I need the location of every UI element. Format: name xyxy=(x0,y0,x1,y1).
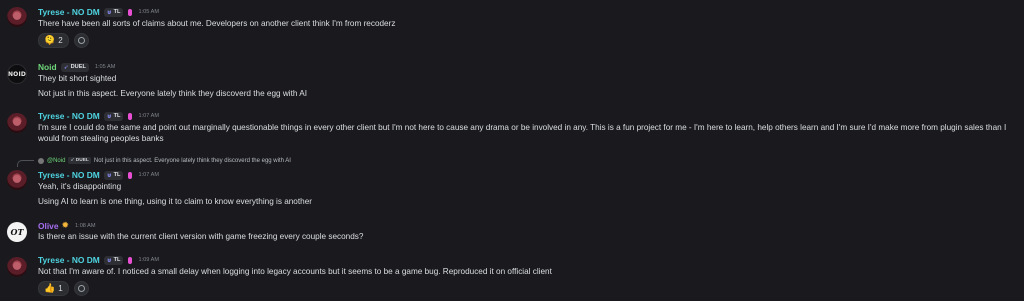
message-text: Using AI to learn is one thing, using it… xyxy=(38,197,312,206)
author-name[interactable]: Tyrese - NO DM xyxy=(38,170,100,180)
timestamp: 1:07 AM xyxy=(138,172,159,178)
role-icon xyxy=(128,171,133,179)
tag-icon: ➶ xyxy=(63,64,69,71)
server-tag-label: TL xyxy=(113,9,121,15)
author-name[interactable]: Tyrese - NO DM xyxy=(38,255,100,265)
tag-icon: ⊍ xyxy=(106,172,112,179)
add-reaction-button[interactable] xyxy=(73,33,89,48)
avatar[interactable] xyxy=(7,7,27,27)
sun-icon: ✹ xyxy=(61,220,70,230)
smiley-icon xyxy=(77,285,85,292)
emoji-icon: 🫠 xyxy=(44,35,56,45)
reaction-count: 1 xyxy=(58,284,63,293)
server-tag[interactable]: ➶ DUEL xyxy=(60,62,89,72)
reaction[interactable]: 👍 1 xyxy=(38,281,69,296)
reaction-count: 2 xyxy=(58,36,63,45)
timestamp: 1:08 AM xyxy=(75,222,96,229)
role-icon xyxy=(128,256,133,264)
reply-avatar xyxy=(38,157,44,164)
message-text: Is there an issue with the current clien… xyxy=(38,232,364,241)
reply-connector xyxy=(17,160,34,167)
reply-author[interactable]: @Noid xyxy=(47,158,65,164)
reply-server-tag-label: DUEL xyxy=(75,158,89,163)
server-tag-label: TL xyxy=(113,172,121,178)
avatar[interactable]: OT xyxy=(7,222,27,242)
message-text: Yeah, it's disappointing xyxy=(38,182,122,191)
avatar[interactable] xyxy=(7,113,27,133)
timestamp: 1:09 AM xyxy=(138,257,159,263)
author-name[interactable]: Tyrese - NO DM xyxy=(38,7,100,17)
avatar[interactable]: NOID xyxy=(7,64,27,84)
timestamp: 1:05 AM xyxy=(138,9,159,15)
tag-icon: ⊍ xyxy=(106,113,112,120)
role-icon xyxy=(128,112,133,120)
reply-preview[interactable]: @Noid ➶ DUEL Not just in this aspect. Ev… xyxy=(38,157,291,164)
author-name[interactable]: Olive xyxy=(38,221,58,231)
avatar[interactable] xyxy=(7,170,27,190)
add-reaction-button[interactable] xyxy=(73,281,89,296)
server-tag[interactable]: ⊍ TL xyxy=(103,255,124,265)
tag-icon: ⊍ xyxy=(106,9,112,16)
message-text: Not that I'm aware of. I noticed a small… xyxy=(38,267,552,276)
timestamp: 1:05 AM xyxy=(94,64,116,70)
message-text: There have been all sorts of claims abou… xyxy=(38,19,396,28)
reply-server-tag: ➶ DUEL xyxy=(68,157,91,164)
author-name[interactable]: Noid xyxy=(38,62,57,72)
avatar[interactable] xyxy=(7,257,27,277)
server-tag[interactable]: ⊍ TL xyxy=(103,111,124,121)
server-tag-label: TL xyxy=(113,113,121,119)
smiley-icon xyxy=(77,37,85,44)
message-text: They bit short sighted xyxy=(38,74,117,83)
server-tag-label: TL xyxy=(113,257,121,263)
role-icon xyxy=(128,8,133,16)
reply-text: Not just in this aspect. Everyone lately… xyxy=(93,157,291,164)
author-name[interactable]: Tyrese - NO DM xyxy=(38,111,100,121)
server-tag[interactable]: ⊍ TL xyxy=(103,7,124,17)
thumbs-up-icon: 👍 xyxy=(44,283,56,293)
message-text: I'm sure I could do the same and point o… xyxy=(38,123,1007,143)
server-tag[interactable]: ⊍ TL xyxy=(103,170,124,180)
timestamp: 1:07 AM xyxy=(138,113,159,119)
tag-icon: ⊍ xyxy=(106,257,112,264)
reaction[interactable]: 🫠 2 xyxy=(38,33,69,48)
server-tag-label: DUEL xyxy=(70,64,86,70)
message-text: Not just in this aspect. Everyone lately… xyxy=(38,89,307,98)
